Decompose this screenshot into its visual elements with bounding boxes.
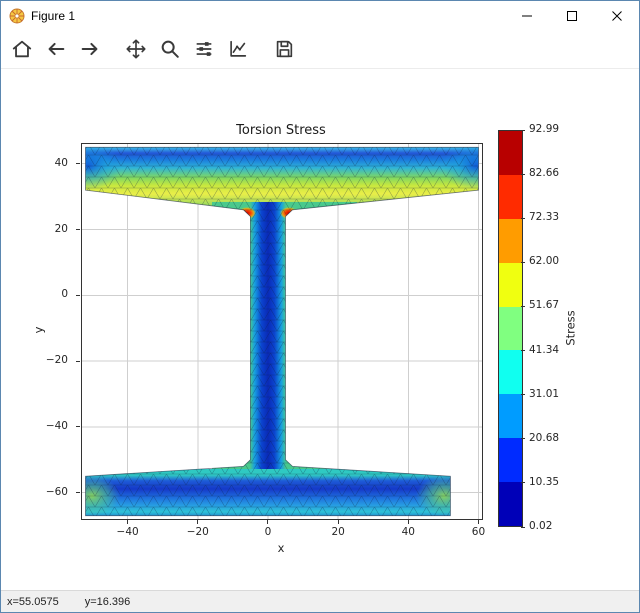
- y-tick-mark: [76, 295, 80, 296]
- navigation-toolbar: [1, 30, 639, 69]
- pan-button[interactable]: [119, 33, 153, 65]
- colorbar-tick-mark: [521, 174, 525, 175]
- maximize-icon: [567, 11, 577, 21]
- close-icon: [612, 11, 622, 21]
- cursor-y-coordinate: y=16.396: [85, 596, 131, 608]
- x-tick-mark: [267, 520, 268, 524]
- x-tick-label: −40: [117, 526, 139, 538]
- colorbar-tick-mark: [521, 394, 525, 395]
- colorbar-tick-label: 82.66: [529, 167, 559, 179]
- configure-subplots-button[interactable]: [187, 33, 221, 65]
- colorbar-tick-mark: [521, 262, 525, 263]
- sliders-icon: [193, 38, 215, 60]
- title-bar[interactable]: Figure 1: [1, 1, 639, 30]
- back-button[interactable]: [39, 33, 73, 65]
- colorbar-tick-mark: [521, 350, 525, 351]
- minimize-icon: [522, 11, 532, 21]
- zoom-icon: [159, 38, 181, 60]
- y-tick-mark: [76, 361, 80, 362]
- maximize-button[interactable]: [549, 1, 594, 30]
- colorbar-band: [499, 350, 522, 394]
- y-tick-label: 20: [55, 223, 68, 235]
- status-bar: x=55.0575 y=16.396: [1, 590, 639, 612]
- x-tick-mark: [478, 520, 479, 524]
- window-controls: [504, 1, 639, 30]
- line-chart-icon: [227, 38, 249, 60]
- plot-title: Torsion Stress: [81, 123, 481, 138]
- x-tick-label: 40: [402, 526, 415, 538]
- colorbar-band: [499, 438, 522, 482]
- y-tick-label: 40: [55, 157, 68, 169]
- x-tick-mark: [338, 520, 339, 524]
- colorbar-tick-mark: [521, 438, 525, 439]
- x-tick-label: 20: [331, 526, 344, 538]
- save-icon: [273, 38, 295, 60]
- y-tick-mark: [76, 229, 80, 230]
- colorbar-tick-label: 41.34: [529, 344, 559, 356]
- colorbar-tick-label: 51.67: [529, 299, 559, 311]
- colorbar-tick-mark: [521, 218, 525, 219]
- colorbar-band: [499, 219, 522, 263]
- figure-canvas[interactable]: Torsion Stress: [1, 69, 639, 590]
- colorbar-tick-label: 72.33: [529, 211, 559, 223]
- colorbar-tick-label: 92.99: [529, 123, 559, 135]
- minimize-button[interactable]: [504, 1, 549, 30]
- x-tick-label: 0: [265, 526, 272, 538]
- x-tick-label: 60: [472, 526, 485, 538]
- x-tick-mark: [127, 520, 128, 524]
- colorbar-tick-mark: [521, 130, 525, 131]
- colorbar-tick-mark: [521, 306, 525, 307]
- y-tick-mark: [76, 426, 80, 427]
- colorbar-band: [499, 175, 522, 219]
- colorbar-band: [499, 131, 522, 175]
- colorbar: [498, 130, 523, 527]
- colorbar-label: Stress: [564, 310, 578, 345]
- colorbar-band: [499, 482, 522, 526]
- colorbar-tick-label: 62.00: [529, 255, 559, 267]
- save-button[interactable]: [267, 33, 301, 65]
- colorbar-tick-label: 31.01: [529, 388, 559, 400]
- y-tick-mark: [76, 163, 80, 164]
- colorbar-band: [499, 307, 522, 351]
- x-tick-mark: [197, 520, 198, 524]
- zoom-button[interactable]: [153, 33, 187, 65]
- fem-mesh-overlay: [82, 144, 482, 519]
- forward-arrow-icon: [79, 38, 101, 60]
- y-tick-label: −40: [46, 420, 68, 432]
- colorbar-tick-label: 20.68: [529, 432, 559, 444]
- back-arrow-icon: [45, 38, 67, 60]
- colorbar-tick-label: 10.35: [529, 476, 559, 488]
- colorbar-tick-mark: [521, 527, 525, 528]
- stress-plot[interactable]: [82, 144, 482, 519]
- pan-icon: [125, 38, 147, 60]
- home-button[interactable]: [5, 33, 39, 65]
- window-title: Figure 1: [31, 9, 75, 23]
- matplotlib-app-icon[interactable]: [9, 8, 25, 24]
- y-tick-mark: [76, 492, 80, 493]
- y-tick-label: −60: [46, 486, 68, 498]
- y-tick-label: 0: [61, 288, 68, 300]
- x-tick-label: −20: [187, 526, 209, 538]
- x-axis-label: x: [81, 541, 481, 555]
- forward-button[interactable]: [73, 33, 107, 65]
- colorbar-bands: [499, 131, 522, 526]
- edit-parameters-button[interactable]: [221, 33, 255, 65]
- y-tick-label: −20: [46, 354, 68, 366]
- axes-area[interactable]: [81, 143, 483, 520]
- home-icon: [11, 38, 33, 60]
- cursor-x-coordinate: x=55.0575: [7, 596, 59, 608]
- colorbar-tick-mark: [521, 482, 525, 483]
- colorbar-band: [499, 394, 522, 438]
- x-tick-mark: [408, 520, 409, 524]
- y-axis-label: y: [31, 327, 45, 334]
- close-button[interactable]: [594, 1, 639, 30]
- figure-window: Figure 1: [0, 0, 640, 613]
- colorbar-band: [499, 263, 522, 307]
- colorbar-tick-label: 0.02: [529, 520, 552, 532]
- ibeam-stress-field: [82, 144, 482, 519]
